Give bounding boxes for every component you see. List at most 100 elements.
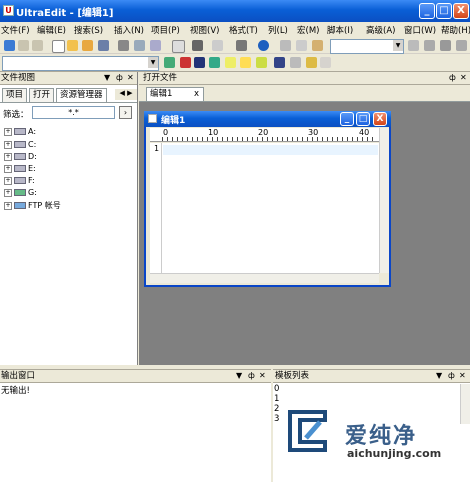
link-icon[interactable] (290, 57, 301, 68)
tab-close-icon[interactable]: x (194, 88, 199, 101)
template-scrollbar[interactable] (460, 384, 470, 424)
editor-title-bar[interactable]: 编辑1 _ □ X (144, 111, 391, 127)
pin-icon[interactable]: ф (448, 370, 455, 382)
template-item[interactable]: 3 (274, 414, 279, 424)
tree-item-c[interactable]: + C: (4, 140, 36, 149)
tab-project[interactable]: 项目 (2, 88, 28, 102)
tree-item-f[interactable]: + F: (4, 176, 35, 185)
save-icon[interactable] (98, 40, 109, 51)
clipboard-dropdown[interactable]: ▼ (330, 39, 404, 54)
properties-icon[interactable] (172, 40, 185, 53)
paste-icon[interactable] (312, 40, 323, 51)
expand-icon[interactable]: + (4, 127, 12, 136)
tree-item-a[interactable]: + A: (4, 127, 36, 136)
menu-edit[interactable]: 编辑(E) (37, 24, 66, 36)
menu-search[interactable]: 搜索(S) (74, 24, 103, 36)
page-setup-icon[interactable] (150, 40, 161, 51)
menu-view[interactable]: 视图(V) (190, 24, 219, 36)
tree-item-d[interactable]: + D: (4, 152, 37, 161)
pin-icon[interactable]: ф (116, 72, 123, 84)
menu-macro[interactable]: 宏(M) (297, 24, 319, 36)
tree-item-g[interactable]: + G: (4, 188, 37, 197)
tag-list-icon[interactable] (236, 40, 247, 51)
ie-icon[interactable] (164, 57, 175, 68)
w-icon[interactable] (194, 57, 205, 68)
app-icon[interactable]: U (3, 5, 14, 16)
function-list-combo[interactable]: ▼ (2, 56, 159, 71)
expand-icon[interactable]: + (4, 140, 12, 149)
tab-explorer[interactable]: 资源管理器 (56, 88, 107, 102)
columns-icon[interactable] (192, 40, 203, 51)
menu-help[interactable]: 帮助(H) (441, 24, 470, 36)
template-item[interactable]: 1 (274, 394, 279, 404)
menu-advanced[interactable]: 高级(A) (366, 24, 395, 36)
open-recent-icon[interactable] (82, 40, 93, 51)
close-button[interactable]: X (453, 3, 469, 19)
replace-icon[interactable] (424, 40, 435, 51)
lightbulb-icon[interactable] (225, 57, 236, 68)
back-icon[interactable] (18, 40, 29, 51)
toolbar-chevron-icon[interactable] (320, 57, 331, 68)
editor-maximize-button[interactable]: □ (356, 112, 370, 126)
expand-icon[interactable]: + (4, 164, 12, 173)
editor-minimize-button[interactable]: _ (340, 112, 354, 126)
forward-icon[interactable] (32, 40, 43, 51)
format-icon[interactable] (212, 40, 223, 51)
print-preview-icon[interactable] (134, 40, 145, 51)
close-panel-icon[interactable]: ✕ (127, 72, 134, 84)
word-icon[interactable] (180, 57, 191, 68)
spell-check-icon[interactable] (209, 57, 220, 68)
expand-icon[interactable]: + (4, 201, 12, 210)
editor-close-button[interactable]: X (373, 112, 387, 126)
pin-icon[interactable]: ф (449, 72, 456, 84)
expand-icon[interactable]: + (4, 176, 12, 185)
tree-item-e[interactable]: + E: (4, 164, 36, 173)
new-file-icon[interactable] (4, 40, 15, 51)
menu-window[interactable]: 窗口(W) (404, 24, 436, 36)
tab-open[interactable]: 打开 (29, 88, 55, 102)
template-item[interactable]: 2 (274, 404, 279, 414)
horizontal-scrollbar[interactable] (150, 273, 379, 283)
panel-menu-icon[interactable]: ▼ (236, 370, 242, 382)
panel-menu-icon[interactable]: ▼ (436, 370, 442, 382)
new-document-icon[interactable] (52, 40, 65, 53)
tree-item-ftp[interactable]: + FTP 帐号 (4, 200, 61, 211)
star-icon[interactable] (306, 57, 317, 68)
tab-scroll-arrows[interactable]: ◀ ▶ (115, 89, 137, 100)
highlight-icon[interactable] (240, 57, 251, 68)
close-panel-icon[interactable]: ✕ (459, 370, 466, 382)
pin-icon[interactable]: ф (248, 370, 255, 382)
expand-icon[interactable]: + (4, 188, 12, 197)
print-icon[interactable] (118, 40, 129, 51)
find-in-files-icon[interactable] (440, 40, 451, 51)
menu-script[interactable]: 脚本(I) (327, 24, 353, 36)
close-panel-icon[interactable]: ✕ (259, 370, 266, 382)
find-icon[interactable] (408, 40, 419, 51)
macro-icon[interactable] (274, 57, 285, 68)
filter-input[interactable]: *.* (32, 106, 115, 119)
vertical-scrollbar[interactable] (379, 128, 389, 273)
template-item[interactable]: 0 (274, 384, 279, 394)
cut-icon[interactable] (280, 40, 291, 51)
replace-in-files-icon[interactable] (456, 40, 467, 51)
panel-menu-icon[interactable]: ▼ (104, 72, 110, 84)
open-folder-icon[interactable] (67, 40, 78, 51)
menu-format[interactable]: 格式(T) (229, 24, 258, 36)
menu-column[interactable]: 列(L) (268, 24, 288, 36)
menu-insert[interactable]: 插入(N) (114, 24, 144, 36)
note-icon[interactable] (256, 57, 267, 68)
close-panel-icon[interactable]: ✕ (460, 72, 467, 84)
floppy-drive-icon (14, 128, 26, 135)
tab-edit1[interactable]: 编辑1 x (146, 87, 204, 101)
ruler-mark: 40 (359, 128, 370, 137)
expand-icon[interactable]: + (4, 152, 12, 161)
text-editor-area[interactable] (150, 143, 379, 273)
minimize-button[interactable]: _ (419, 3, 435, 19)
menu-file[interactable]: 文件(F) (1, 24, 30, 36)
menu-project[interactable]: 项目(P) (151, 24, 180, 36)
globe-icon[interactable] (258, 40, 269, 51)
copy-icon[interactable] (296, 40, 307, 51)
output-text: 无输出! (1, 386, 30, 396)
filter-apply-button[interactable]: › (119, 106, 132, 119)
maximize-button[interactable]: □ (436, 3, 452, 19)
